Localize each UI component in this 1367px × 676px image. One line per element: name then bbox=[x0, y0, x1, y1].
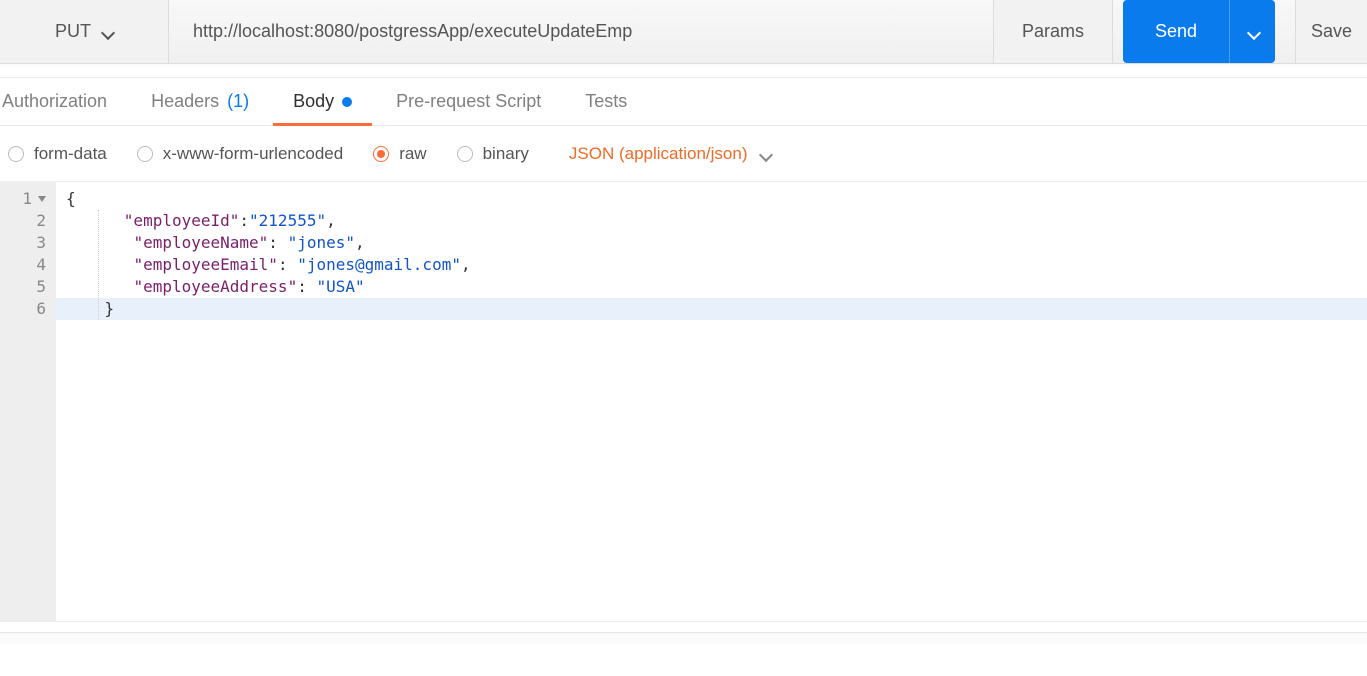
line-number-gutter: 1 2 3 4 5 6 bbox=[0, 182, 56, 621]
tab-prerequest-label: Pre-request Script bbox=[396, 91, 541, 112]
save-label: Save bbox=[1311, 21, 1352, 42]
code-area[interactable]: { "employeeId":"212555", "employeeName":… bbox=[56, 182, 1367, 621]
radio-icon bbox=[137, 146, 153, 162]
line-number: 1 bbox=[22, 188, 32, 210]
send-button[interactable]: Send bbox=[1123, 0, 1229, 63]
radio-form-data-label: form-data bbox=[34, 144, 107, 164]
divider bbox=[0, 64, 1367, 78]
json-key: "employeeEmail" bbox=[133, 255, 278, 274]
request-bar: PUT Params Send Save bbox=[0, 0, 1367, 64]
radio-icon bbox=[457, 146, 473, 162]
url-input[interactable] bbox=[179, 0, 983, 63]
radio-icon bbox=[373, 146, 389, 162]
tab-authorization[interactable]: Authorization bbox=[2, 78, 107, 125]
tab-headers-label: Headers bbox=[151, 91, 219, 112]
modified-dot-icon bbox=[342, 97, 352, 107]
json-key: "employeeId" bbox=[124, 211, 240, 230]
json-value: "jones@gmail.com" bbox=[297, 255, 461, 274]
body-editor[interactable]: 1 2 3 4 5 6 { "employeeId":"212555", "em… bbox=[0, 182, 1367, 622]
line-number: 2 bbox=[36, 210, 46, 232]
content-type-label: JSON (application/json) bbox=[569, 144, 748, 164]
radio-x-www[interactable]: x-www-form-urlencoded bbox=[137, 144, 343, 164]
body-type-selector: form-data x-www-form-urlencoded raw bina… bbox=[0, 126, 1367, 182]
radio-binary[interactable]: binary bbox=[457, 144, 529, 164]
tab-tests-label: Tests bbox=[585, 91, 627, 112]
radio-raw[interactable]: raw bbox=[373, 144, 426, 164]
tab-body-label: Body bbox=[293, 91, 334, 112]
params-label: Params bbox=[1022, 21, 1084, 42]
content-type-dropdown[interactable]: JSON (application/json) bbox=[569, 144, 772, 164]
send-label: Send bbox=[1155, 21, 1197, 42]
json-value: "212555" bbox=[249, 211, 326, 230]
chevron-down-icon bbox=[101, 26, 113, 38]
http-method-dropdown[interactable]: PUT bbox=[0, 0, 169, 63]
chevron-down-icon bbox=[759, 148, 771, 160]
request-tabs: Authorization Headers (1) Body Pre-reque… bbox=[0, 78, 1367, 126]
tab-body[interactable]: Body bbox=[293, 78, 352, 125]
json-key: "employeeName" bbox=[133, 233, 268, 252]
tab-prerequest[interactable]: Pre-request Script bbox=[396, 78, 541, 125]
line-number: 5 bbox=[36, 276, 46, 298]
tab-authorization-label: Authorization bbox=[2, 91, 107, 112]
radio-raw-label: raw bbox=[399, 144, 426, 164]
tab-headers[interactable]: Headers (1) bbox=[151, 78, 249, 125]
line-number: 3 bbox=[36, 232, 46, 254]
radio-binary-label: binary bbox=[483, 144, 529, 164]
radio-icon bbox=[8, 146, 24, 162]
json-value: "USA" bbox=[316, 277, 364, 296]
response-divider bbox=[0, 632, 1367, 644]
send-button-group: Send bbox=[1123, 0, 1275, 63]
fold-icon[interactable] bbox=[38, 196, 46, 202]
line-number: 6 bbox=[36, 298, 46, 320]
params-button[interactable]: Params bbox=[993, 0, 1113, 63]
http-method-label: PUT bbox=[55, 21, 91, 42]
json-value: "jones" bbox=[288, 233, 355, 252]
radio-form-data[interactable]: form-data bbox=[8, 144, 107, 164]
radio-x-www-label: x-www-form-urlencoded bbox=[163, 144, 343, 164]
json-key: "employeeAddress" bbox=[133, 277, 297, 296]
tab-headers-count: (1) bbox=[227, 91, 249, 112]
chevron-down-icon bbox=[1247, 26, 1259, 38]
tab-tests[interactable]: Tests bbox=[585, 78, 627, 125]
line-number: 4 bbox=[36, 254, 46, 276]
send-dropdown-button[interactable] bbox=[1229, 0, 1275, 63]
save-button[interactable]: Save bbox=[1295, 0, 1367, 63]
